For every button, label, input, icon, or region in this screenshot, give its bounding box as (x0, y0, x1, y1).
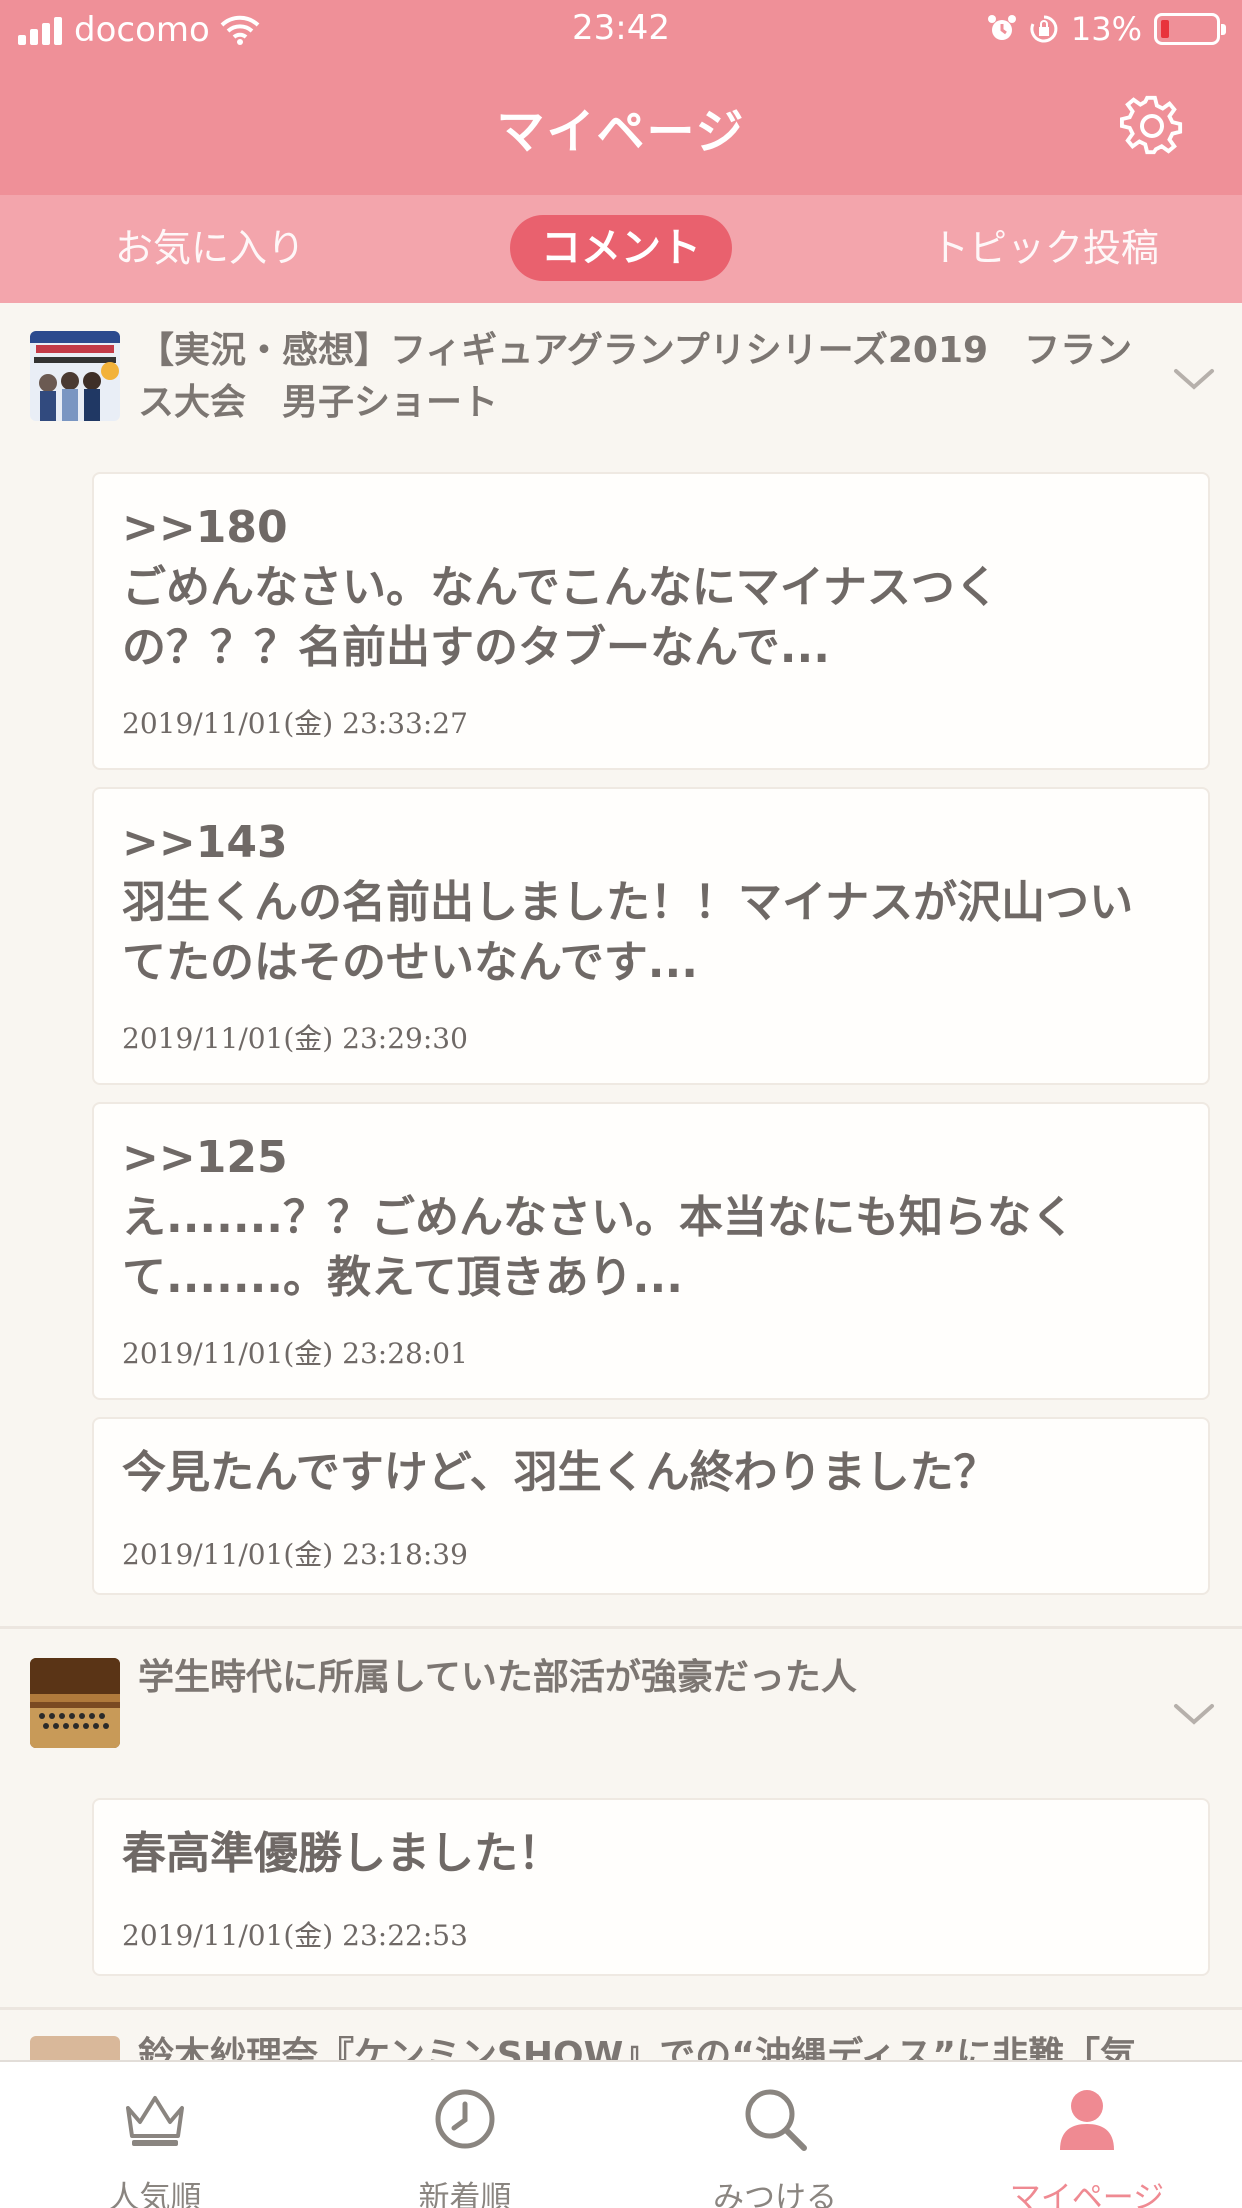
topic-thumbnail (30, 1658, 120, 1748)
comment-date: 2019/11/01(金) 23:28:01 (122, 1337, 468, 1370)
rotation-lock-icon (1030, 15, 1058, 43)
comment-line: 春高準優勝しました！ (122, 1828, 562, 1879)
comment-line: の？？？名前出すのタブーなんで... (122, 622, 830, 673)
status-right: 13% (987, 10, 1226, 48)
segmented-tabs: お気に入り コメント トピック投稿 (0, 195, 1242, 303)
topic-title-line: 【実況・感想】フィギュアグランプリシリーズ2019 フラン (138, 330, 1133, 371)
topic-title: 鈴木紗理奈『ケンミンSHOW』での“沖縄ディス”に非難「気分 (138, 2030, 1138, 2060)
comment-card[interactable]: >>125 え.......？？ごめんなさい。本当なにも知らなく て......… (92, 1102, 1210, 1400)
topic-thumbnail (30, 331, 120, 421)
nav-label: みつける (713, 2180, 837, 2208)
comment-card[interactable]: 春高準優勝しました！ 2019/11/01(金) 23:22:53 (92, 1798, 1210, 1976)
nav-popular[interactable]: 人気順 (0, 2062, 310, 2208)
comment-line: え.......？？ごめんなさい。本当なにも知らなく (122, 1192, 1076, 1243)
comment-line: てたのはそのせいなんです... (122, 937, 698, 988)
comment-line: >>125 (122, 1132, 288, 1183)
comment-date: 2019/11/01(金) 23:29:30 (122, 1022, 468, 1055)
bottom-tab-bar: 人気順 新着順 みつける マイページ (0, 2060, 1242, 2208)
comment-line: >>180 (122, 502, 288, 553)
tab-favorites[interactable]: お気に入り (80, 215, 340, 281)
topic-header[interactable]: 【実況・感想】フィギュアグランプリシリーズ2019 フラン ス大会 男子ショート (0, 303, 1242, 463)
comment-date: 2019/11/01(金) 23:18:39 (122, 1538, 468, 1571)
topic-header[interactable]: 学生時代に所属していた部活が強豪だった人 (0, 1630, 1242, 1790)
comment-text: >>180 ごめんなさい。なんでこんなにマイナスつく の？？？名前出すのタブーな… (122, 498, 1168, 678)
person-icon (1060, 2090, 1114, 2150)
alarm-icon (987, 15, 1016, 40)
comment-text: >>143 羽生くんの名前出しました！！マイナスが沢山つい てたのはそのせいなん… (122, 813, 1168, 993)
search-icon (745, 2089, 807, 2151)
topic-title-line: 学生時代に所属していた部活が強豪だった人 (138, 1657, 857, 1698)
battery-percent: 13% (1070, 10, 1142, 48)
comment-text: 春高準優勝しました！ (122, 1824, 1168, 1884)
nav-mypage[interactable]: マイページ (932, 2062, 1242, 2208)
comment-line: >>143 (122, 817, 288, 868)
section-divider (0, 1626, 1242, 1629)
topic-header[interactable]: 鈴木紗理奈『ケンミンSHOW』での“沖縄ディス”に非難「気分 (0, 2010, 1242, 2060)
gear-icon[interactable] (1120, 94, 1184, 158)
comment-text: >>125 え.......？？ごめんなさい。本当なにも知らなく て......… (122, 1128, 1168, 1308)
status-bar: docomo 23:42 13% (0, 0, 1242, 60)
nav-newest[interactable]: 新着順 (310, 2062, 620, 2208)
nav-label: 人気順 (108, 2180, 202, 2208)
chevron-down-icon[interactable] (1172, 367, 1216, 393)
topic-title: 【実況・感想】フィギュアグランプリシリーズ2019 フラン ス大会 男子ショート (138, 325, 1138, 429)
topic-title: 学生時代に所属していた部活が強豪だった人 (138, 1652, 1138, 1704)
comment-line: ごめんなさい。なんでこんなにマイナスつく (122, 562, 999, 613)
comment-date: 2019/11/01(金) 23:33:27 (122, 707, 468, 740)
topic-thumbnail (30, 2036, 120, 2060)
topic-title-line: 鈴木紗理奈『ケンミンSHOW』での“沖縄ディス”に非難「気分 (138, 2035, 1137, 2060)
comment-line: 羽生くんの名前出しました！！マイナスが沢山つい (122, 877, 1134, 928)
comment-line: 今見たんですけど、羽生くん終わりました？ (122, 1447, 998, 1498)
comment-card[interactable]: 今見たんですけど、羽生くん終わりました？ 2019/11/01(金) 23:18… (92, 1417, 1210, 1595)
tab-topic-posts[interactable]: トピック投稿 (900, 215, 1190, 281)
tab-comments[interactable]: コメント (510, 215, 732, 281)
chevron-down-icon[interactable] (1172, 1702, 1216, 1728)
clock-icon (435, 2089, 495, 2149)
topic-title-line: ス大会 男子ショート (138, 382, 499, 423)
comment-card[interactable]: >>180 ごめんなさい。なんでこんなにマイナスつく の？？？名前出すのタブーな… (92, 472, 1210, 770)
crown-icon (126, 2096, 184, 2146)
nav-find[interactable]: みつける (620, 2062, 930, 2208)
comment-line: て.......。教えて頂きあり... (122, 1252, 683, 1303)
comment-date: 2019/11/01(金) 23:22:53 (122, 1919, 468, 1952)
header: docomo 23:42 13% マイページ (0, 0, 1242, 195)
comment-card[interactable]: >>143 羽生くんの名前出しました！！マイナスが沢山つい てたのはそのせいなん… (92, 787, 1210, 1085)
nav-label: マイページ (1009, 2180, 1165, 2208)
nav-label: 新着順 (418, 2180, 512, 2208)
page-title: マイページ (496, 104, 746, 160)
comment-text: 今見たんですけど、羽生くん終わりました？ (122, 1443, 1168, 1503)
battery-icon (1154, 13, 1226, 45)
